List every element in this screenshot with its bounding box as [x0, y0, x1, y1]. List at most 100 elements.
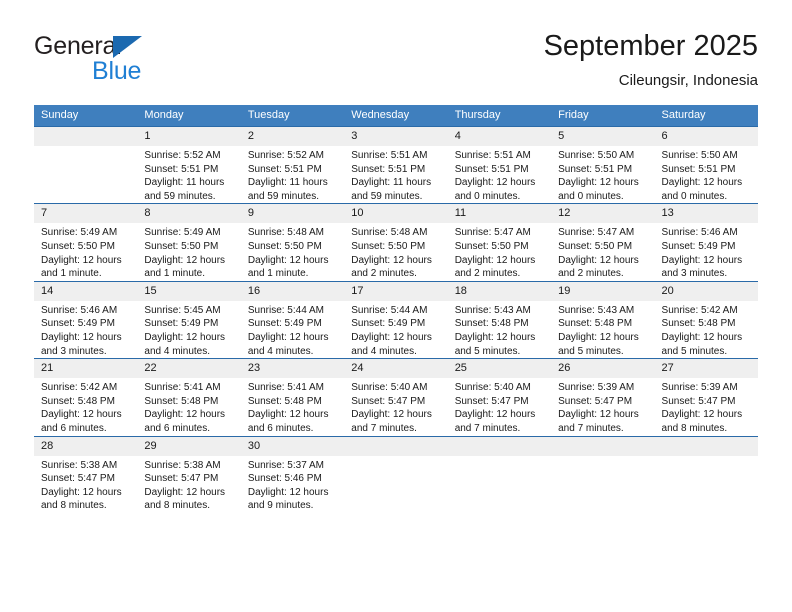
- day-number: [551, 436, 655, 456]
- day-number: 2: [240, 127, 345, 146]
- calendar-day-cell[interactable]: 15 Sunrise: 5:45 AM Sunset: 5:49 PM Dayligh…: [137, 280, 241, 359]
- sunset-time: Sunset: 5:48 PM: [144, 395, 219, 407]
- day-sun-info: Sunrise: 5:39 AM Sunset: 5:47 PM Daylight:…: [655, 378, 758, 435]
- day-number: 25: [447, 359, 552, 379]
- daylight-duration-line2: and 3 minutes.: [661, 268, 728, 280]
- sunset-time: Sunset: 5:50 PM: [558, 240, 633, 252]
- day-number: 15: [137, 281, 241, 301]
- day-number: 13: [654, 204, 758, 224]
- sunset-time: Sunset: 5:46 PM: [247, 473, 322, 485]
- calendar-body: 1 Sunrise: 5:52 AM Sunset: 5:51 PM Daylight…: [34, 125, 758, 513]
- daylight-duration-line1: Daylight: 12 hours: [247, 254, 329, 266]
- calendar-day-cell[interactable]: 29 Sunrise: 5:38 AM Sunset: 5:47 PM Dayligh…: [137, 435, 241, 513]
- calendar-day-cell[interactable]: 3 Sunrise: 5:51 AM Sunset: 5:51 PM Daylight…: [344, 125, 448, 204]
- sunset-time: Sunset: 5:50 PM: [41, 240, 115, 252]
- daylight-duration-line1: Daylight: 12 hours: [351, 331, 432, 343]
- day-sun-info: Sunrise: 5:51 AM Sunset: 5:51 PM Daylight:…: [448, 146, 551, 203]
- daylight-duration-line2: and 1 minute.: [144, 268, 206, 280]
- calendar-day-cell[interactable]: 16 Sunrise: 5:44 AM Sunset: 5:49 PM Dayligh…: [240, 280, 345, 359]
- calendar-day-cell[interactable]: 4 Sunrise: 5:51 AM Sunset: 5:51 PM Daylight…: [447, 125, 552, 204]
- day-number: 4: [447, 127, 552, 146]
- sunset-time: Sunset: 5:48 PM: [454, 318, 529, 330]
- calendar-day-cell[interactable]: 23 Sunrise: 5:41 AM Sunset: 5:48 PM Dayligh…: [240, 358, 345, 436]
- calendar-day-cell[interactable]: 11 Sunrise: 5:47 AM Sunset: 5:50 PM Dayligh…: [447, 203, 552, 282]
- daylight-duration-line1: Daylight: 11 hours: [144, 177, 225, 189]
- sunset-time: Sunset: 5:47 PM: [41, 473, 115, 485]
- day-number: 14: [34, 281, 138, 301]
- sunset-time: Sunset: 5:49 PM: [351, 318, 426, 330]
- calendar-day-cell[interactable]: 25 Sunrise: 5:40 AM Sunset: 5:47 PM Dayligh…: [447, 358, 552, 436]
- day-number: 28: [34, 436, 138, 456]
- daylight-duration-line1: Daylight: 12 hours: [41, 486, 122, 498]
- calendar-week-row: 1 Sunrise: 5:52 AM Sunset: 5:51 PM Daylight…: [34, 125, 758, 204]
- calendar-day-cell[interactable]: 12 Sunrise: 5:47 AM Sunset: 5:50 PM Dayligh…: [551, 203, 655, 282]
- calendar-week-row: 7 Sunrise: 5:49 AM Sunset: 5:50 PM Daylight…: [34, 203, 758, 282]
- calendar-day-cell[interactable]: 19 Sunrise: 5:43 AM Sunset: 5:48 PM Dayligh…: [551, 280, 655, 359]
- sunset-time: Sunset: 5:51 PM: [558, 163, 633, 175]
- day-sun-info: Sunrise: 5:48 AM Sunset: 5:50 PM Daylight:…: [241, 223, 344, 280]
- title-block: September 2025 Cileungsir, Indonesia: [544, 28, 758, 92]
- weekday-header-sunday: Sunday: [34, 105, 138, 127]
- sunrise-time: Sunrise: 5:45 AM: [144, 304, 221, 316]
- sunset-time: Sunset: 5:47 PM: [454, 395, 529, 407]
- day-sun-info: Sunrise: 5:46 AM Sunset: 5:49 PM Daylight:…: [655, 223, 758, 280]
- day-sun-info: Sunrise: 5:46 AM Sunset: 5:49 PM Daylight:…: [34, 301, 137, 358]
- calendar-day-cell[interactable]: 14 Sunrise: 5:46 AM Sunset: 5:49 PM Dayligh…: [34, 280, 138, 359]
- daylight-duration-line1: Daylight: 12 hours: [454, 254, 536, 266]
- sunrise-time: Sunrise: 5:39 AM: [661, 382, 738, 394]
- day-number: 21: [34, 359, 138, 379]
- calendar-day-cell[interactable]: 2 Sunrise: 5:52 AM Sunset: 5:51 PM Daylight…: [240, 125, 345, 204]
- sunrise-time: Sunrise: 5:46 AM: [41, 304, 118, 316]
- day-number: 17: [344, 281, 448, 301]
- weekday-header-saturday: Saturday: [654, 105, 758, 127]
- day-sun-info: Sunrise: 5:37 AM Sunset: 5:46 PM Daylight:…: [241, 456, 344, 513]
- calendar-day-cell[interactable]: 28 Sunrise: 5:38 AM Sunset: 5:47 PM Dayligh…: [34, 435, 138, 513]
- calendar-day-cell[interactable]: 10 Sunrise: 5:48 AM Sunset: 5:50 PM Dayligh…: [344, 203, 448, 282]
- calendar-day-cell[interactable]: 27 Sunrise: 5:39 AM Sunset: 5:47 PM Dayligh…: [654, 358, 758, 436]
- calendar-day-cell[interactable]: 20 Sunrise: 5:42 AM Sunset: 5:48 PM Dayligh…: [654, 280, 758, 359]
- day-number: 7: [34, 204, 138, 224]
- calendar-day-cell[interactable]: 22 Sunrise: 5:41 AM Sunset: 5:48 PM Dayligh…: [137, 358, 241, 436]
- calendar-day-cell[interactable]: 17 Sunrise: 5:44 AM Sunset: 5:49 PM Dayligh…: [344, 280, 448, 359]
- sunrise-time: Sunrise: 5:40 AM: [351, 382, 428, 394]
- calendar-day-cell[interactable]: 1 Sunrise: 5:52 AM Sunset: 5:51 PM Daylight…: [137, 125, 241, 204]
- sunrise-time: Sunrise: 5:52 AM: [144, 150, 221, 161]
- calendar-day-cell[interactable]: 21 Sunrise: 5:42 AM Sunset: 5:48 PM Dayligh…: [34, 358, 138, 436]
- calendar-day-cell[interactable]: 7 Sunrise: 5:49 AM Sunset: 5:50 PM Daylight…: [34, 203, 138, 282]
- weekday-header-tuesday: Tuesday: [240, 105, 345, 127]
- daylight-duration-line2: and 4 minutes.: [144, 345, 211, 357]
- day-number: 10: [344, 204, 448, 224]
- calendar-day-cell[interactable]: 8 Sunrise: 5:49 AM Sunset: 5:50 PM Daylight…: [137, 203, 241, 282]
- daylight-duration-line1: Daylight: 11 hours: [351, 177, 432, 189]
- daylight-duration-line1: Daylight: 12 hours: [247, 486, 329, 498]
- day-sun-info: Sunrise: 5:40 AM Sunset: 5:47 PM Daylight:…: [448, 378, 551, 435]
- day-sun-info: Sunrise: 5:43 AM Sunset: 5:48 PM Daylight:…: [448, 301, 551, 358]
- sunset-time: Sunset: 5:47 PM: [661, 395, 736, 407]
- day-sun-info: Sunrise: 5:42 AM Sunset: 5:48 PM Daylight:…: [655, 301, 758, 358]
- sunrise-time: Sunrise: 5:50 AM: [558, 150, 635, 161]
- weekday-header-thursday: Thursday: [447, 105, 552, 127]
- sunrise-time: Sunrise: 5:41 AM: [144, 382, 221, 394]
- day-number: [344, 436, 448, 456]
- calendar-day-cell[interactable]: 26 Sunrise: 5:39 AM Sunset: 5:47 PM Dayligh…: [551, 358, 655, 436]
- day-number: 9: [240, 204, 345, 224]
- calendar-day-cell[interactable]: 18 Sunrise: 5:43 AM Sunset: 5:48 PM Dayligh…: [447, 280, 552, 359]
- weekday-header-monday: Monday: [137, 105, 241, 127]
- sunset-time: Sunset: 5:50 PM: [144, 240, 219, 252]
- calendar-day-cell[interactable]: 6 Sunrise: 5:50 AM Sunset: 5:51 PM Daylight…: [654, 125, 758, 204]
- day-sun-info: Sunrise: 5:47 AM Sunset: 5:50 PM Daylight:…: [448, 223, 551, 280]
- day-sun-info: Sunrise: 5:38 AM Sunset: 5:47 PM Daylight:…: [34, 456, 137, 513]
- calendar-day-cell[interactable]: 5 Sunrise: 5:50 AM Sunset: 5:51 PM Daylight…: [551, 125, 655, 204]
- day-number: 20: [654, 281, 758, 301]
- day-sun-info: Sunrise: 5:44 AM Sunset: 5:49 PM Daylight:…: [344, 301, 447, 358]
- sunrise-time: Sunrise: 5:47 AM: [558, 227, 635, 239]
- day-number: 16: [240, 281, 345, 301]
- daylight-duration-line2: and 8 minutes.: [661, 422, 728, 434]
- calendar-week-row: 21 Sunrise: 5:42 AM Sunset: 5:48 PM Dayligh…: [34, 358, 758, 436]
- calendar-day-cell[interactable]: 9 Sunrise: 5:48 AM Sunset: 5:50 PM Daylight…: [240, 203, 345, 282]
- calendar-day-cell[interactable]: 24 Sunrise: 5:40 AM Sunset: 5:47 PM Dayligh…: [344, 358, 448, 436]
- calendar-day-cell[interactable]: 13 Sunrise: 5:46 AM Sunset: 5:49 PM Dayligh…: [654, 203, 758, 282]
- sunset-time: Sunset: 5:51 PM: [144, 163, 219, 175]
- calendar-day-cell[interactable]: 30 Sunrise: 5:37 AM Sunset: 5:46 PM Dayligh…: [240, 435, 345, 513]
- day-number: 23: [240, 359, 345, 379]
